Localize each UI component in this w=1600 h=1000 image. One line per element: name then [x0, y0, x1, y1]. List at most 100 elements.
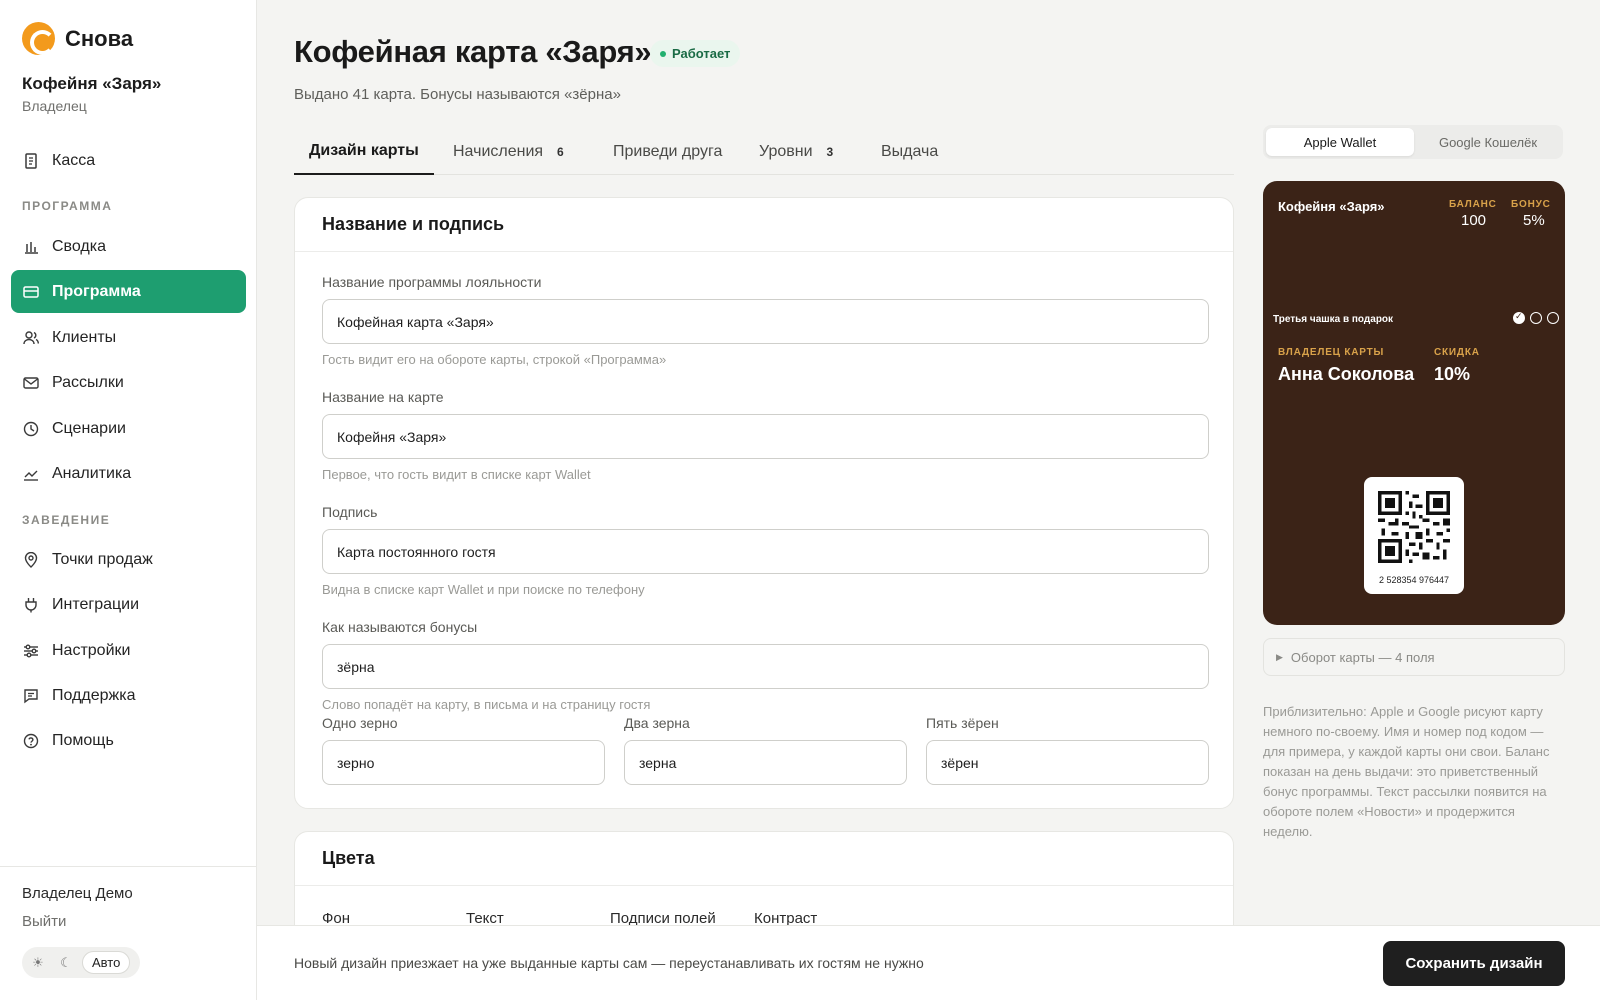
- bar-chart-icon: [23, 239, 39, 255]
- sidebar-item-support[interactable]: Поддержка: [11, 674, 246, 717]
- owner-label: ВЛАДЕЛЕЦ КАРТЫ: [1278, 347, 1385, 358]
- sidebar-item-label: Точки продаж: [52, 550, 153, 568]
- tab-design[interactable]: Дизайн карты: [294, 128, 434, 175]
- sidebar-item-mailings[interactable]: Рассылки: [11, 361, 246, 404]
- tab-accruals[interactable]: Начисления 6: [438, 128, 579, 175]
- brand-logo-icon: [22, 22, 55, 55]
- tab-label: Приведи друга: [613, 142, 723, 160]
- caption-label: Подпись: [322, 504, 378, 520]
- bonus-name-hint: Слово попадёт на карту, в письма и на ст…: [322, 697, 651, 712]
- caption-hint: Видна в списке карт Wallet и при поиске …: [322, 582, 645, 597]
- qr-code-icon: [1378, 491, 1450, 563]
- card-preview-name: Кофейня «Заря»: [1278, 199, 1385, 214]
- qr-code-box: 2 528354 976447: [1364, 477, 1464, 594]
- stamp-dots: [1513, 311, 1559, 324]
- sidebar-item-analytics[interactable]: Аналитика: [11, 452, 246, 495]
- caption-input[interactable]: Карта постоянного гостя: [322, 529, 1209, 574]
- tab-issuance[interactable]: Выдача: [866, 128, 953, 175]
- one-grain-label: Одно зерно: [322, 715, 398, 731]
- tab-levels[interactable]: Уровни 3: [744, 128, 848, 175]
- brand[interactable]: Снова: [22, 22, 133, 55]
- venue-name: Кофейня «Заря»: [22, 74, 162, 93]
- sidebar: Снова Кофейня «Заря» Владелец Касса ПРОГ…: [0, 0, 257, 1000]
- mail-icon: [23, 375, 39, 391]
- two-grains-label: Два зерна: [624, 715, 690, 731]
- sidebar-item-program[interactable]: Программа: [11, 270, 246, 313]
- theme-switch: ☀ ☾ Авто: [22, 947, 140, 978]
- bonus-name-input[interactable]: зёрна: [322, 644, 1209, 689]
- sidebar-item-scenarios[interactable]: Сценарии: [11, 407, 246, 450]
- sidebar-item-integrations[interactable]: Интеграции: [11, 583, 246, 626]
- card-reverse-toggle[interactable]: ▶ Оборот карты — 4 поля: [1263, 638, 1565, 676]
- receipt-icon: [23, 152, 39, 169]
- chat-icon: [23, 688, 39, 704]
- sidebar-item-label: Сводка: [52, 237, 107, 255]
- sidebar-item-points[interactable]: Точки продаж: [11, 538, 246, 581]
- bonus-name-label: Как называются бонусы: [322, 619, 478, 635]
- program-name-label: Название программы лояльности: [322, 274, 542, 290]
- sidebar-item-help[interactable]: Помощь: [11, 719, 246, 762]
- clock-icon: [23, 421, 39, 437]
- triangle-right-icon: ▶: [1276, 651, 1283, 662]
- bonus-label: БОНУС: [1511, 199, 1551, 210]
- footer-note: Новый дизайн приезжает на уже выданные к…: [294, 955, 924, 971]
- status-badge: Работает: [650, 40, 741, 67]
- tab-referral[interactable]: Приведи друга: [598, 128, 737, 175]
- sidebar-item-label: Рассылки: [52, 373, 124, 391]
- save-design-button[interactable]: Сохранить дизайн: [1383, 941, 1565, 986]
- sidebar-item-settings[interactable]: Настройки: [11, 629, 246, 672]
- barcode-number: 2 528354 976447: [1378, 575, 1450, 585]
- brand-name: Снова: [65, 25, 134, 51]
- footer-bar: Новый дизайн приезжает на уже выданные к…: [257, 925, 1600, 1000]
- moon-icon[interactable]: ☾: [54, 951, 78, 974]
- tab-label: Уровни: [759, 142, 813, 160]
- sidebar-item-summary[interactable]: Сводка: [11, 225, 246, 268]
- card-icon: [23, 284, 39, 300]
- card-name-hint: Первое, что гость видит в списке карт Wa…: [322, 467, 591, 482]
- discount-value: 10%: [1434, 364, 1471, 384]
- sidebar-divider: [0, 866, 256, 867]
- users-icon: [23, 330, 39, 346]
- wallet-card-preview: Кофейня «Заря» БАЛАНС 100 БОНУС 5% Треть…: [1263, 181, 1565, 625]
- program-name-input[interactable]: Кофейная карта «Заря»: [322, 299, 1209, 344]
- program-name-hint: Гость видит его на обороте карты, строко…: [322, 352, 667, 367]
- stamp-empty-icon: [1530, 312, 1542, 324]
- two-grains-input[interactable]: зерна: [624, 740, 907, 785]
- five-grains-label: Пять зёрен: [926, 715, 999, 731]
- tab-count-badge: 6: [557, 144, 564, 159]
- stamp-filled-icon: [1513, 311, 1525, 324]
- theme-auto-option[interactable]: Авто: [82, 951, 131, 974]
- sidebar-item-label: Аналитика: [52, 464, 132, 482]
- sidebar-item-clients[interactable]: Клиенты: [11, 316, 246, 359]
- help-icon: [23, 733, 39, 749]
- page-title: Кофейная карта «Заря»: [294, 34, 652, 69]
- card-name-input[interactable]: Кофейня «Заря»: [322, 414, 1209, 459]
- plug-icon: [23, 597, 39, 613]
- five-grains-input[interactable]: зёрен: [926, 740, 1209, 785]
- sliders-icon: [23, 643, 39, 659]
- discount-label: СКИДКА: [1434, 347, 1480, 358]
- promo-text: Третья чашка в подарок: [1273, 314, 1394, 325]
- tab-count-badge: 3: [826, 144, 834, 159]
- preview-note: Приблизительно: Apple и Google рисуют ка…: [1263, 704, 1550, 839]
- venue-role: Владелец: [22, 98, 87, 114]
- sidebar-item-label: Помощь: [52, 731, 114, 749]
- trend-icon: [23, 466, 39, 482]
- tabs: Дизайн карты Начисления 6 Приведи друга …: [294, 128, 1234, 175]
- card-reverse-label: Оборот карты — 4 поля: [1290, 649, 1435, 665]
- google-wallet-option[interactable]: Google Кошелёк: [1414, 128, 1562, 156]
- location-pin-icon: [23, 551, 39, 568]
- one-grain-input[interactable]: зерно: [322, 740, 605, 785]
- apple-wallet-option[interactable]: Apple Wallet: [1266, 128, 1414, 156]
- tab-label: Дизайн карты: [309, 141, 419, 159]
- name-caption-panel: Название и подпись Название программы ло…: [294, 197, 1234, 809]
- sidebar-item-label: Настройки: [52, 641, 131, 659]
- sidebar-item-cashier[interactable]: Касса: [11, 139, 246, 182]
- logout-link[interactable]: Выйти: [22, 913, 66, 930]
- tab-label: Начисления: [453, 142, 544, 160]
- sidebar-item-label: Сценарии: [52, 419, 126, 437]
- user-name: Владелец Демо: [22, 885, 133, 902]
- sun-icon[interactable]: ☀: [26, 951, 50, 974]
- page-subtitle: Выдано 41 карта. Бонусы называются «зёрн…: [294, 86, 621, 103]
- sidebar-item-label: Касса: [52, 151, 96, 169]
